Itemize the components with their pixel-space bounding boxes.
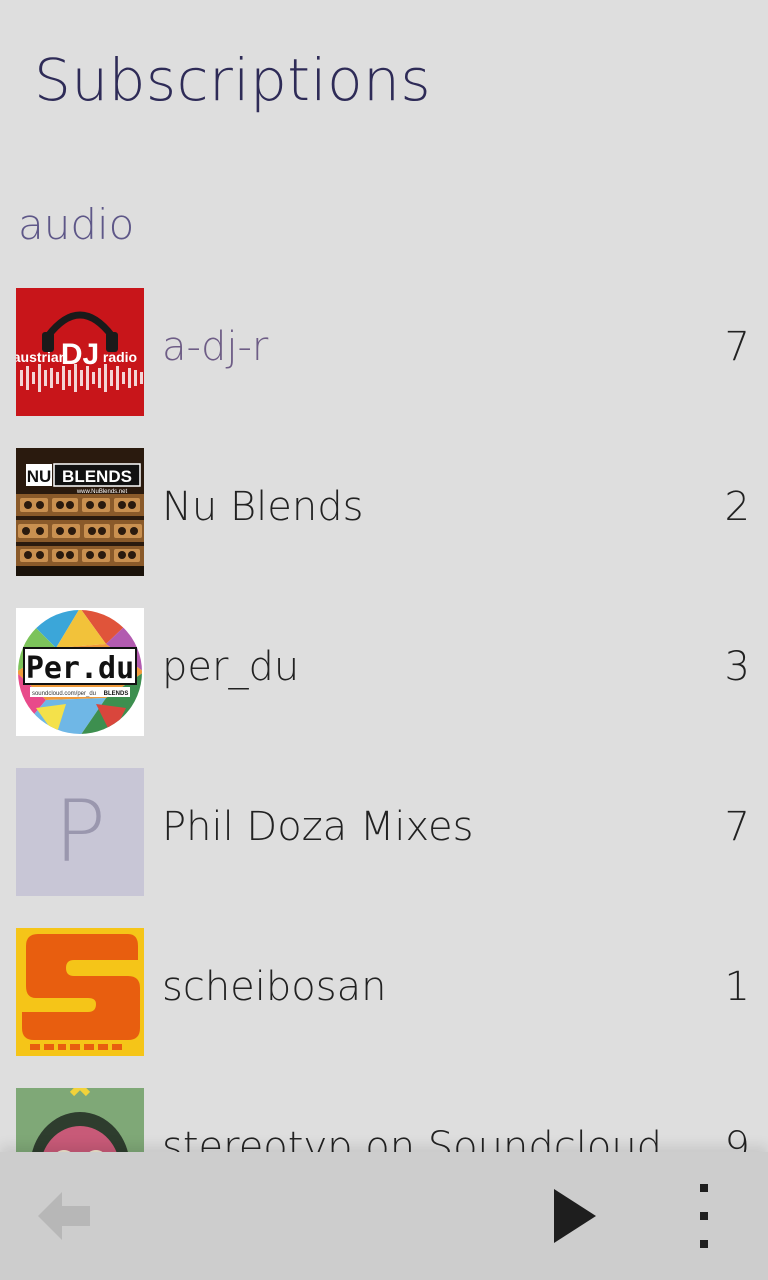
subscription-item[interactable]: Per.du soundcloud.com/per_du BLENDS per_… xyxy=(0,608,768,768)
play-icon xyxy=(554,1189,596,1243)
episode-count: 2 xyxy=(724,484,750,530)
back-arrow-icon xyxy=(38,1192,90,1240)
overflow-menu-button[interactable] xyxy=(684,1152,724,1280)
thumb-text-url: www.NuBlends.net xyxy=(76,489,128,495)
bottom-toolbar xyxy=(0,1152,768,1280)
thumb-text-blends-small: BLENDS xyxy=(104,691,129,697)
subscription-item[interactable]: P Phil Doza Mixes 7 xyxy=(0,768,768,928)
subscription-title: per_du xyxy=(162,644,300,690)
scheibosan-thumbnail xyxy=(16,928,144,1056)
episode-count: 7 xyxy=(724,804,750,850)
thumb-text-soundcloud-url: soundcloud.com/per_du xyxy=(32,691,96,697)
thumb-text-dj: DJ xyxy=(61,338,99,371)
subscription-list: austrian DJ radio a-dj-r 7 NU BLENDS www… xyxy=(0,288,768,1248)
subscription-title: scheibosan xyxy=(162,964,387,1010)
nu-blends-thumbnail: NU BLENDS www.NuBlends.net xyxy=(16,448,144,576)
back-button[interactable] xyxy=(30,1152,98,1280)
thumb-text-nu: NU xyxy=(27,467,52,486)
episode-count: 1 xyxy=(724,964,750,1010)
thumb-text-perdu: Per.du xyxy=(26,651,134,686)
thumb-text-radio: radio xyxy=(103,349,137,365)
episode-count: 3 xyxy=(724,644,750,690)
subscription-title: a-dj-r xyxy=(162,324,269,370)
per-du-thumbnail: Per.du soundcloud.com/per_du BLENDS xyxy=(16,608,144,736)
page-title: Subscriptions xyxy=(34,46,432,114)
section-header-audio: audio xyxy=(18,200,135,249)
subscription-title: Nu Blends xyxy=(162,484,364,530)
subscription-item[interactable]: scheibosan 1 xyxy=(0,928,768,1088)
austrian-dj-radio-thumbnail: austrian DJ radio xyxy=(16,288,144,416)
play-button[interactable] xyxy=(540,1152,610,1280)
subscription-title: Phil Doza Mixes xyxy=(162,804,474,850)
letter-placeholder-thumbnail: P xyxy=(16,768,144,896)
thumb-text-blends: BLENDS xyxy=(62,467,132,486)
thumb-text-austrian: austrian xyxy=(16,349,67,365)
overflow-menu-icon xyxy=(700,1184,708,1248)
episode-count: 7 xyxy=(724,324,750,370)
subscription-item[interactable]: austrian DJ radio a-dj-r 7 xyxy=(0,288,768,448)
subscription-item[interactable]: NU BLENDS www.NuBlends.net Nu Blends 2 xyxy=(0,448,768,608)
